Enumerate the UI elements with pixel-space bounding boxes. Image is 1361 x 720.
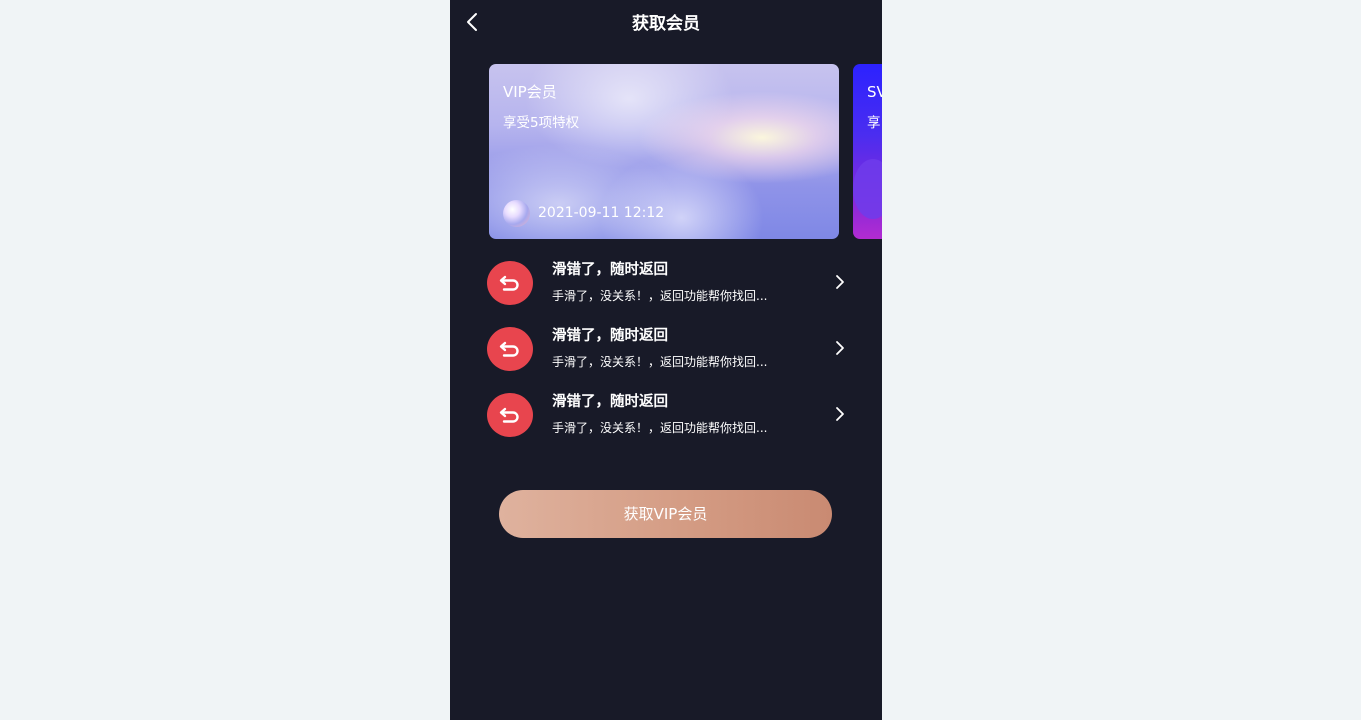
chevron-right-icon [832,273,848,291]
svip-membership-card[interactable]: SV 享 [853,64,882,239]
card-title: VIP会员 [503,83,557,101]
undo-return-icon [487,261,533,305]
avatar [503,199,530,227]
item-title: 滑错了，随时返回 [552,394,668,410]
list-item[interactable]: 滑错了，随时返回 手滑了，没关系！，返回功能帮你找回... [450,319,882,385]
list-item[interactable]: 滑错了，随时返回 手滑了，没关系！，返回功能帮你找回... [450,385,882,451]
chevron-right-icon [832,405,848,423]
list-item[interactable]: 滑错了，随时返回 手滑了，没关系！，返回功能帮你找回... [450,253,882,319]
card-title: SV [867,83,882,101]
item-description: 手滑了，没关系！，返回功能帮你找回... [552,289,768,303]
card-subtitle: 享受5项特权 [503,115,580,131]
privilege-list: 滑错了，随时返回 手滑了，没关系！，返回功能帮你找回... 滑错了，随时返回 手… [450,253,882,451]
undo-return-icon [487,327,533,371]
item-description: 手滑了，没关系！，返回功能帮你找回... [552,421,768,435]
item-title: 滑错了，随时返回 [552,328,668,344]
card-date: 2021-09-11 12:12 [538,205,665,221]
card-footer: 2021-09-11 12:12 [503,199,665,227]
card-subtitle: 享 [867,115,881,131]
get-vip-button[interactable]: 获取VIP会员 [499,490,832,538]
chevron-right-icon [832,339,848,357]
undo-return-icon [487,393,533,437]
card-decoration [853,159,882,219]
membership-carousel[interactable]: VIP会员 享受5项特权 2021-09-11 12:12 SV 享 [450,64,882,240]
vip-membership-card[interactable]: VIP会员 享受5项特权 2021-09-11 12:12 [489,64,839,239]
app-screen: 获取会员 VIP会员 享受5项特权 2021-09-11 12:12 SV 享 [450,0,882,720]
item-description: 手滑了，没关系！，返回功能帮你找回... [552,355,768,369]
item-title: 滑错了，随时返回 [552,262,668,278]
top-nav: 获取会员 [450,0,882,48]
page-title: 获取会员 [632,14,700,34]
